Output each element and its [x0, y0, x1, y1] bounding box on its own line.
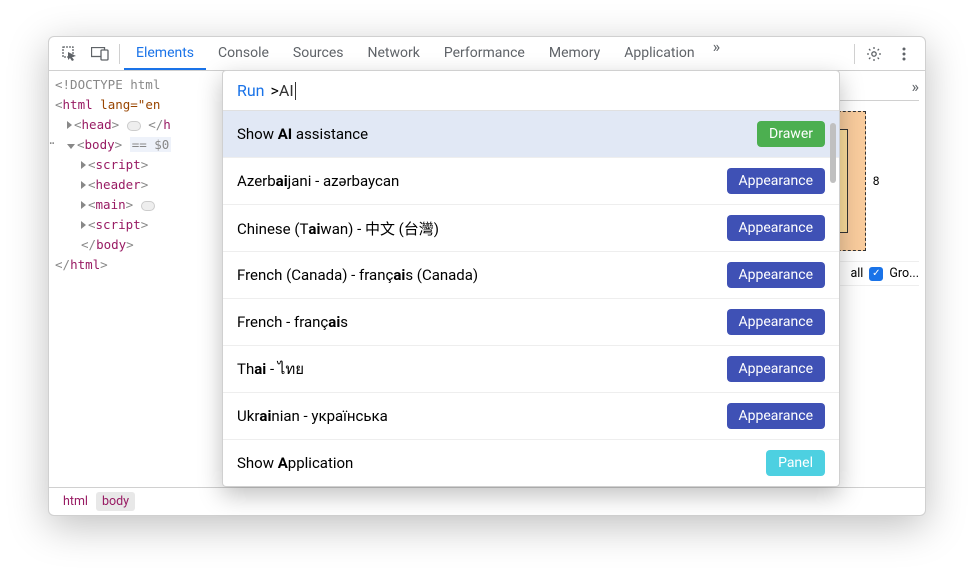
expand-icon[interactable] [81, 221, 86, 229]
doctype-text: <!DOCTYPE html [55, 77, 160, 92]
toolbar-separator [854, 44, 855, 64]
command-item[interactable]: Show AI assistance Drawer [223, 111, 839, 158]
tabs-overflow-icon[interactable]: » [707, 37, 727, 70]
caret-icon [295, 82, 296, 100]
kebab-icon[interactable] [893, 43, 915, 65]
crumb-html[interactable]: html [57, 492, 94, 511]
badge-appearance: Appearance [727, 356, 825, 382]
tab-network[interactable]: Network [356, 37, 432, 70]
gear-icon[interactable] [863, 43, 885, 65]
group-checkbox[interactable]: ✓ [869, 267, 883, 281]
scrollbar-thumb[interactable] [830, 123, 836, 183]
ellipsis-icon[interactable] [127, 121, 141, 131]
main-toolbar: Elements Console Sources Network Perform… [49, 37, 925, 71]
styles-overflow-icon[interactable]: » [912, 77, 920, 96]
badge-appearance: Appearance [727, 215, 825, 241]
ellipsis-icon[interactable] [141, 201, 155, 211]
toolbar-separator [119, 44, 120, 64]
tab-memory[interactable]: Memory [537, 37, 612, 70]
breadcrumb: html body [49, 487, 925, 515]
collapse-icon[interactable] [67, 144, 75, 149]
tab-elements[interactable]: Elements [124, 37, 206, 70]
badge-appearance: Appearance [727, 309, 825, 335]
tab-console[interactable]: Console [206, 37, 281, 70]
badge-drawer: Drawer [757, 121, 825, 147]
expand-icon[interactable] [81, 201, 86, 209]
show-all-label: all [850, 266, 863, 281]
command-palette: Run >AI Show AI assistance Drawer Azerba… [222, 70, 840, 487]
panel-tabs: Elements Console Sources Network Perform… [124, 37, 850, 70]
command-item[interactable]: Thai - ไทย Appearance [223, 346, 839, 393]
badge-appearance: Appearance [727, 403, 825, 429]
command-item[interactable]: Show Application Panel [223, 440, 839, 486]
command-item[interactable]: Azerbaijani - azərbaycan Appearance [223, 158, 839, 205]
tab-performance[interactable]: Performance [432, 37, 537, 70]
gutter-dots-icon: ⋯ [48, 133, 54, 153]
command-input[interactable]: Run >AI [223, 71, 839, 111]
tab-application[interactable]: Application [612, 37, 706, 70]
group-label: Gro... [889, 266, 919, 281]
badge-appearance: Appearance [727, 262, 825, 288]
selected-node-badge: == $0 [130, 137, 172, 152]
command-item[interactable]: Chinese (Taiwan) - 中文 (台灣) Appearance [223, 205, 839, 252]
toolbar-right [850, 43, 919, 65]
command-symbol: > [271, 81, 279, 100]
command-item[interactable]: Ukrainian - українська Appearance [223, 393, 839, 440]
tab-sources[interactable]: Sources [281, 37, 356, 70]
inspect-icon[interactable] [59, 43, 81, 65]
command-query: AI [279, 81, 294, 100]
box-model-right: 8 [873, 174, 880, 188]
badge-panel: Panel [766, 450, 825, 476]
command-list: Show AI assistance Drawer Azerbaijani - … [223, 111, 839, 486]
command-item[interactable]: French - français Appearance [223, 299, 839, 346]
expand-icon[interactable] [81, 161, 86, 169]
command-item[interactable]: French (Canada) - français (Canada) Appe… [223, 252, 839, 299]
command-prefix: Run [237, 81, 265, 100]
expand-icon[interactable] [81, 181, 86, 189]
crumb-body[interactable]: body [96, 492, 135, 511]
expand-icon[interactable] [67, 121, 72, 129]
badge-appearance: Appearance [727, 168, 825, 194]
device-toggle-icon[interactable] [89, 43, 111, 65]
